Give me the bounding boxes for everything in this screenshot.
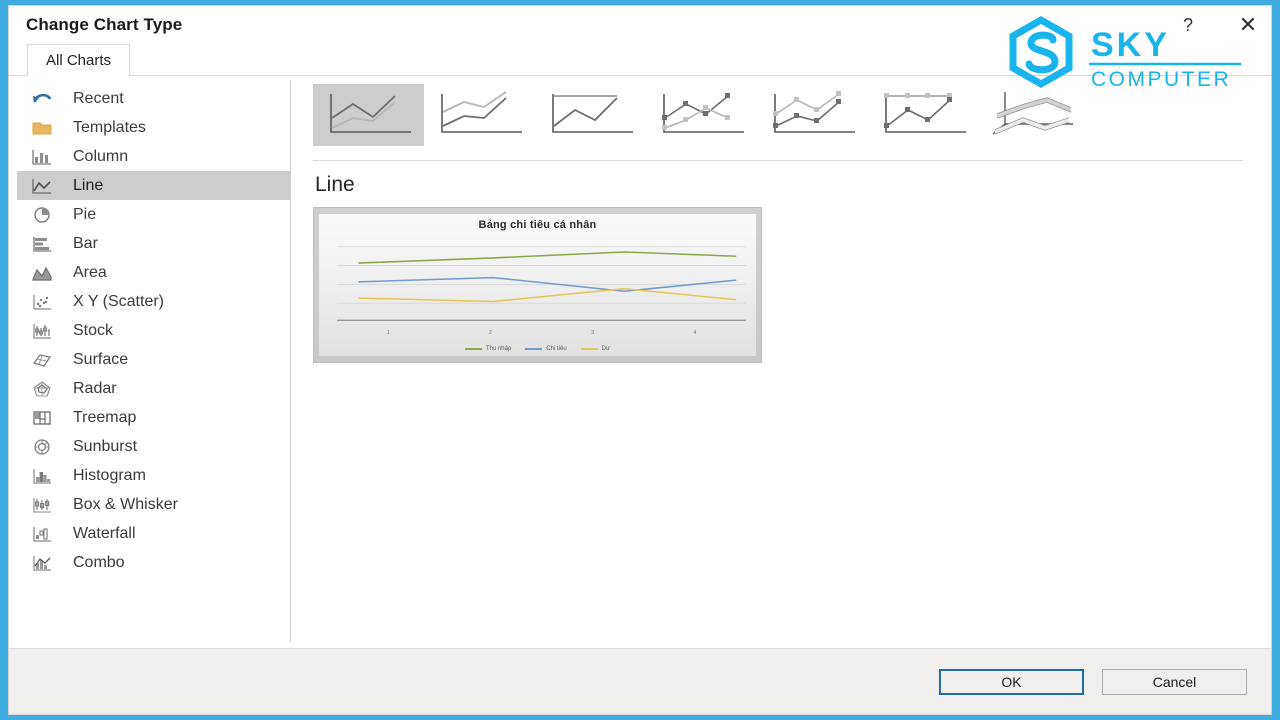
- ok-button[interactable]: OK: [939, 668, 1084, 695]
- sidebar-label: Column: [73, 147, 129, 165]
- thumbnail-stacked-line[interactable]: [424, 84, 535, 146]
- thumbnail-line[interactable]: [313, 84, 424, 146]
- legend-item: Chi tiêu: [525, 346, 567, 352]
- stock-chart-icon: [25, 320, 59, 342]
- sidebar-label: Line: [73, 176, 104, 194]
- cancel-button[interactable]: Cancel: [1102, 668, 1247, 695]
- thumbnail-line-with-markers[interactable]: [646, 84, 757, 146]
- sidebar-item-box-whisker[interactable]: Box & Whisker: [17, 490, 291, 519]
- histogram-icon: [25, 465, 59, 487]
- change-chart-type-dialog: Change Chart Type ? ✕ SKY COMPUTER All C…: [8, 5, 1272, 715]
- sidebar-label: Box & Whisker: [73, 495, 178, 513]
- radar-chart-icon: [25, 378, 59, 400]
- chart-series-line-2: [358, 287, 737, 303]
- dialog-body: Recent Templates Column Line Pie Bar Are…: [9, 76, 1271, 648]
- x-tick: 3: [591, 330, 595, 336]
- sidebar-item-sunburst[interactable]: Sunburst: [17, 432, 291, 461]
- pie-chart-icon: [25, 204, 59, 226]
- sidebar-label: Sunburst: [73, 437, 138, 455]
- sidebar-label: Treemap: [73, 408, 137, 426]
- folder-icon: [25, 117, 59, 139]
- chart-series-line-0: [358, 251, 737, 264]
- chart-plot-area: [337, 240, 746, 322]
- legend-label: Dư: [601, 346, 611, 352]
- tab-all-charts[interactable]: All Charts: [27, 44, 131, 76]
- combo-chart-icon: [25, 552, 59, 574]
- sidebar-item-stock[interactable]: Stock: [17, 316, 291, 345]
- gallery-heading: Line: [315, 173, 355, 196]
- chart-type-sidebar: Recent Templates Column Line Pie Bar Are…: [9, 76, 291, 648]
- chart-title: Bảng chi tiêu cá nhân: [478, 219, 597, 231]
- chart-gallery-panel: Line Bảng chi tiêu cá nhân 1 2 3 4 Thu n…: [291, 76, 1271, 648]
- waterfall-icon: [25, 523, 59, 545]
- chart-svg: [337, 246, 746, 321]
- legend-label: Thu nhập: [485, 346, 512, 352]
- thumbnail-3d-line[interactable]: [979, 84, 1090, 146]
- column-chart-icon: [25, 146, 59, 168]
- sidebar-item-radar[interactable]: Radar: [17, 374, 291, 403]
- sidebar-label: Radar: [73, 379, 117, 397]
- sidebar-label: Bar: [73, 234, 98, 252]
- tab-strip: All Charts: [9, 44, 1271, 76]
- sidebar-label: Surface: [73, 350, 129, 368]
- window-controls: ? ✕: [1175, 6, 1261, 44]
- scatter-chart-icon: [25, 291, 59, 313]
- sidebar-label: Waterfall: [73, 524, 136, 542]
- area-chart-icon: [25, 262, 59, 284]
- close-icon[interactable]: ✕: [1235, 12, 1261, 38]
- sidebar-item-pie[interactable]: Pie: [17, 200, 291, 229]
- legend-swatch: [525, 348, 543, 350]
- chart-x-tick-labels: 1 2 3 4: [337, 330, 746, 336]
- gallery-divider: [313, 160, 1243, 161]
- sidebar-item-waterfall[interactable]: Waterfall: [17, 519, 291, 548]
- chart-preview[interactable]: Bảng chi tiêu cá nhân 1 2 3 4 Thu nhập C…: [313, 207, 762, 363]
- bar-chart-icon: [25, 233, 59, 255]
- thumbnail-100-percent-stacked-line[interactable]: [535, 84, 646, 146]
- sidebar-item-line[interactable]: Line: [17, 171, 291, 200]
- sidebar-item-column[interactable]: Column: [17, 142, 291, 171]
- x-tick: 4: [693, 330, 697, 336]
- help-icon[interactable]: ?: [1175, 12, 1201, 38]
- line-chart-icon: [25, 175, 59, 197]
- sidebar-item-area[interactable]: Area: [17, 258, 291, 287]
- sidebar-label: Histogram: [73, 466, 146, 484]
- sidebar-item-surface[interactable]: Surface: [17, 345, 291, 374]
- dialog-title: Change Chart Type: [26, 15, 183, 34]
- treemap-icon: [25, 407, 59, 429]
- thumbnail-100-percent-stacked-line-with-markers[interactable]: [868, 84, 979, 146]
- boxwhisker-icon: [25, 494, 59, 516]
- sidebar-item-recent[interactable]: Recent: [17, 84, 291, 113]
- sidebar-label: Combo: [73, 553, 125, 571]
- thumbnail-stacked-line-with-markers[interactable]: [757, 84, 868, 146]
- sidebar-label: Templates: [73, 118, 146, 136]
- x-tick: 1: [386, 330, 390, 336]
- sidebar-item-xy-scatter[interactable]: X Y (Scatter): [17, 287, 291, 316]
- sidebar-label: Area: [73, 263, 107, 281]
- legend-swatch: [580, 348, 598, 350]
- x-tick: 2: [488, 330, 492, 336]
- dialog-footer: OK Cancel: [9, 648, 1271, 714]
- legend-swatch: [464, 348, 482, 350]
- surface-chart-icon: [25, 349, 59, 371]
- sidebar-label: Recent: [73, 89, 124, 107]
- sidebar-item-treemap[interactable]: Treemap: [17, 403, 291, 432]
- sidebar-label: Stock: [73, 321, 114, 339]
- sidebar-label: Pie: [73, 205, 97, 223]
- sidebar-item-bar[interactable]: Bar: [17, 229, 291, 258]
- sidebar-item-templates[interactable]: Templates: [17, 113, 291, 142]
- legend-item: Dư: [580, 346, 611, 352]
- chart-preview-canvas: Bảng chi tiêu cá nhân 1 2 3 4 Thu nhập C…: [319, 214, 756, 356]
- legend-label: Chi tiêu: [546, 346, 567, 352]
- recent-icon: [25, 88, 59, 110]
- sidebar-item-combo[interactable]: Combo: [17, 548, 291, 577]
- chart-subtype-thumbnails: [313, 84, 1243, 146]
- sunburst-icon: [25, 436, 59, 458]
- chart-legend: Thu nhập Chi tiêu Dư: [319, 346, 756, 352]
- legend-item: Thu nhập: [464, 346, 512, 352]
- sidebar-item-histogram[interactable]: Histogram: [17, 461, 291, 490]
- title-bar: Change Chart Type ? ✕: [9, 6, 1271, 44]
- sidebar-label: X Y (Scatter): [73, 292, 164, 310]
